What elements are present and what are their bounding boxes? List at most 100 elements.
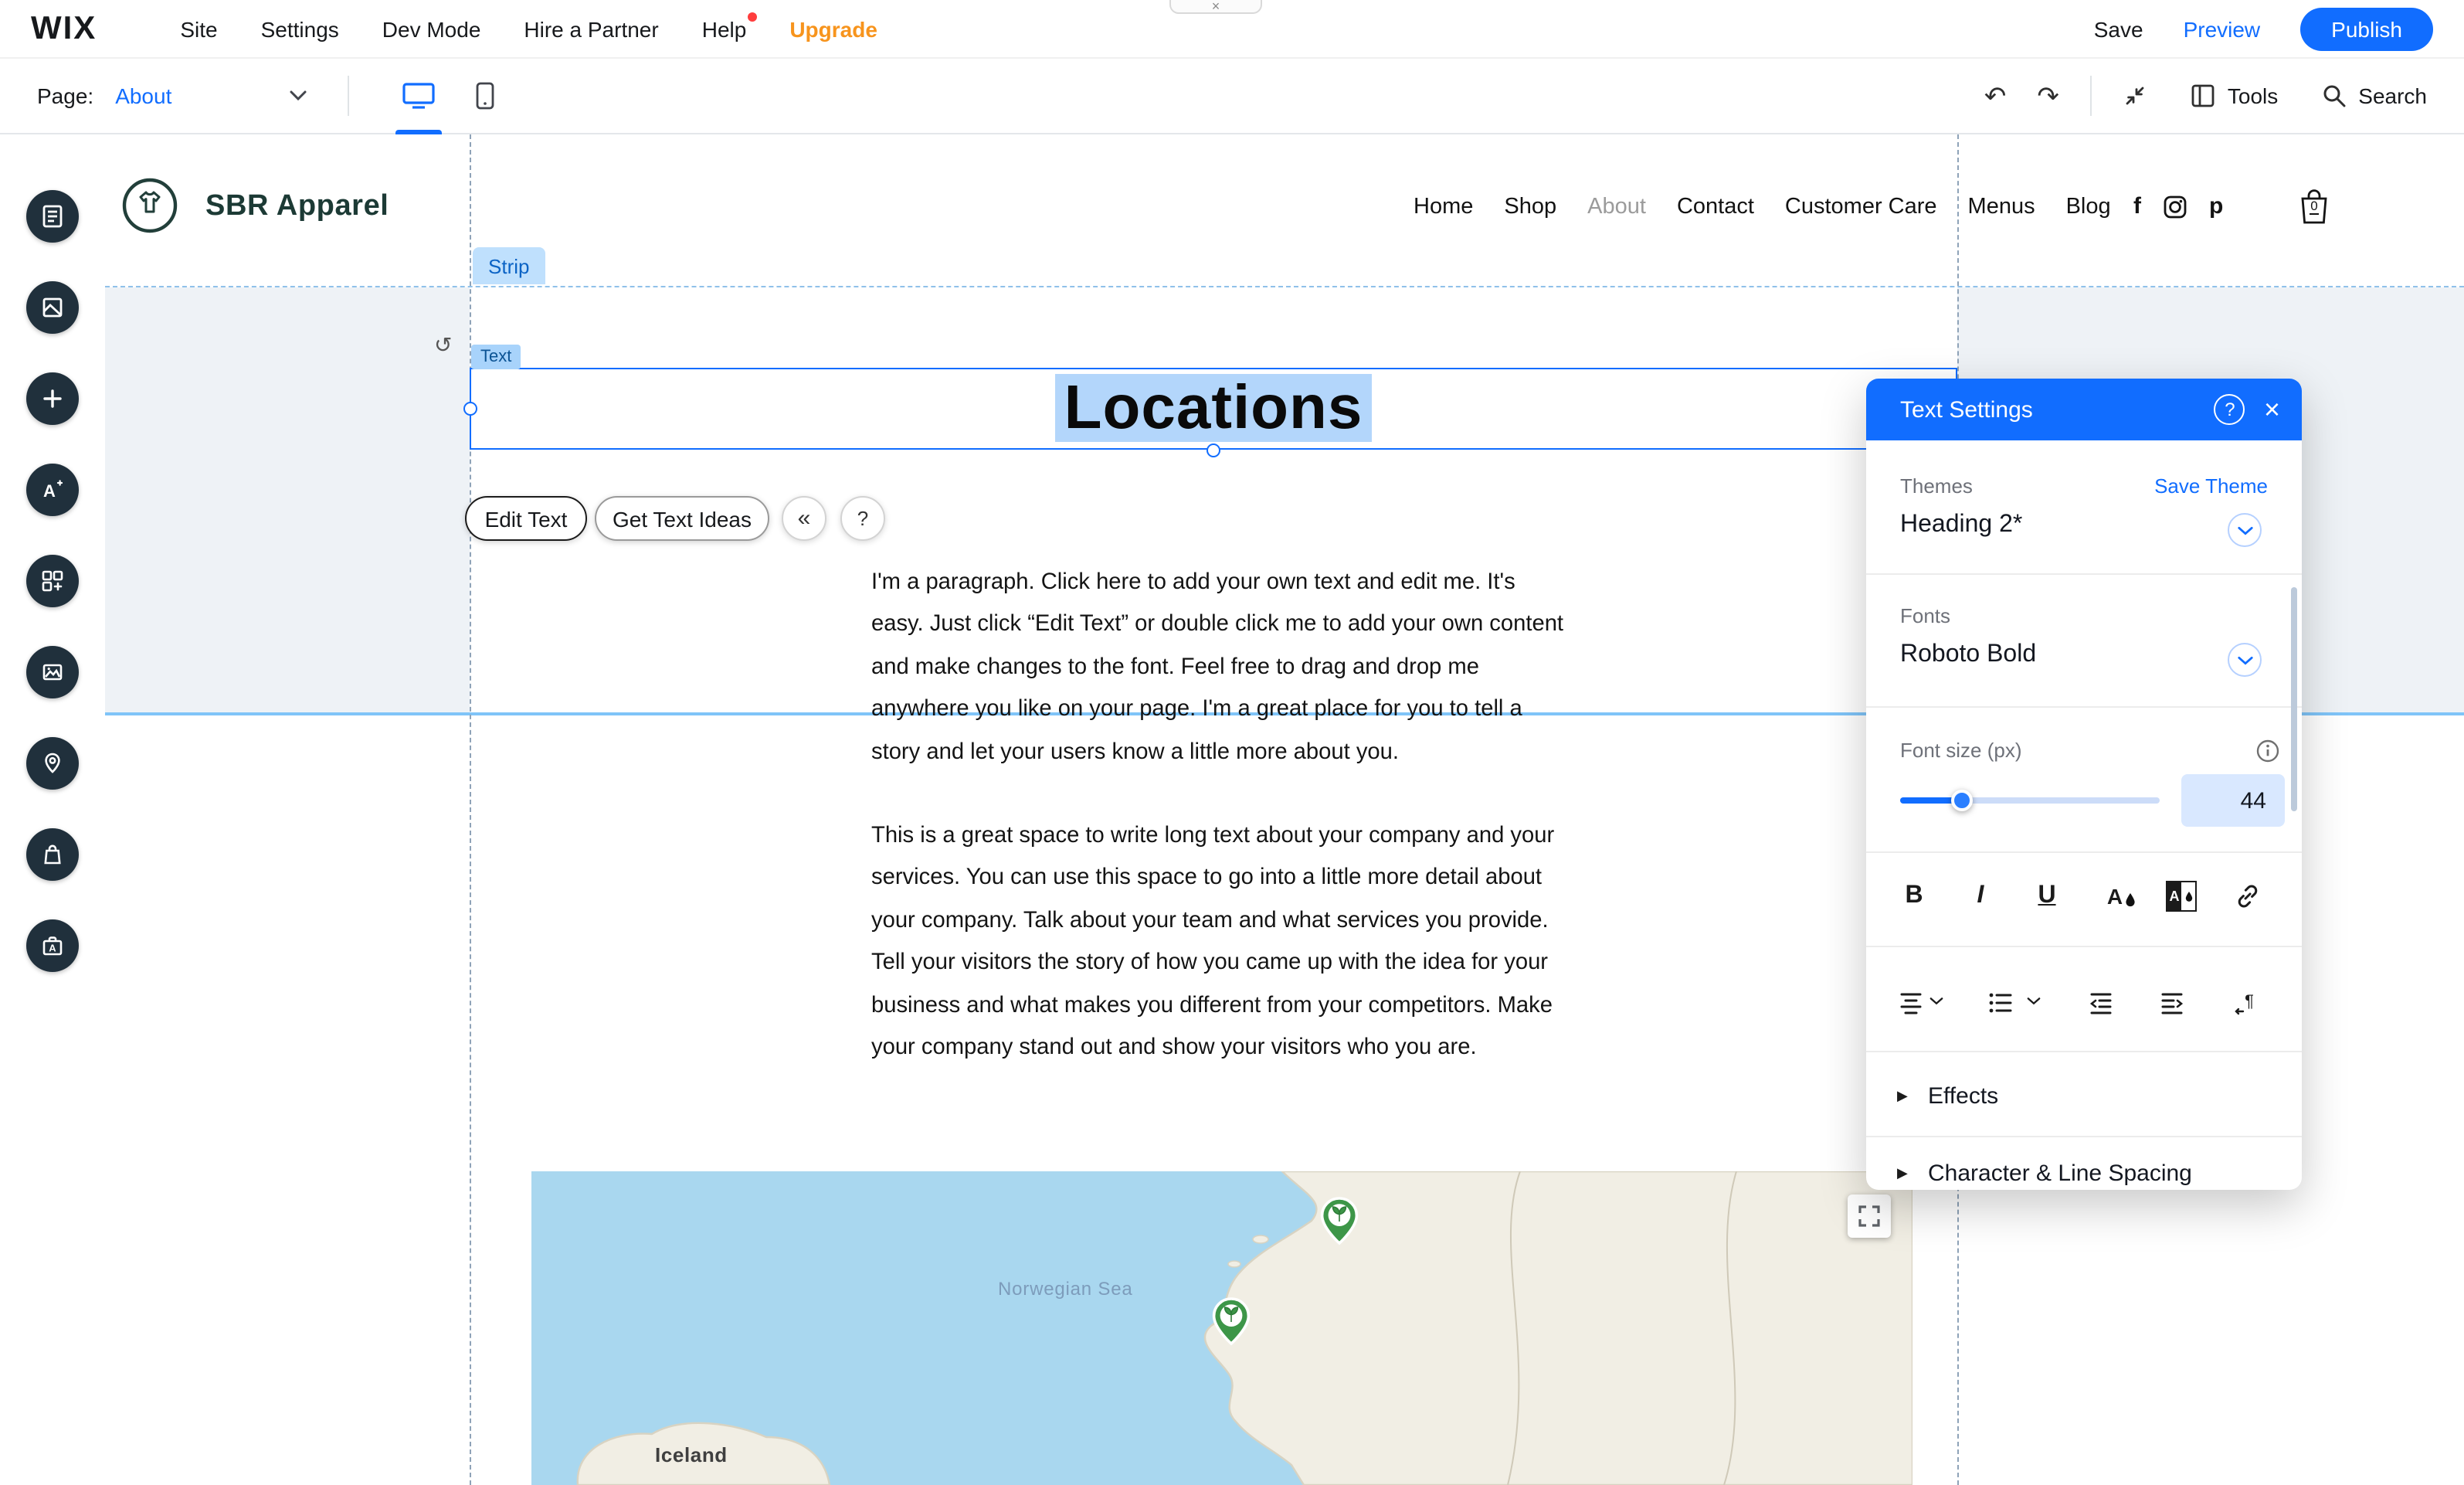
info-icon[interactable]	[2255, 739, 2280, 763]
mobile-view-button[interactable]	[463, 58, 507, 134]
font-dropdown-value[interactable]: Roboto Bold	[1900, 641, 2036, 669]
site-logo-icon[interactable]	[119, 175, 181, 236]
menu-dev-mode[interactable]: Dev Mode	[382, 16, 481, 41]
panel-header[interactable]: Text Settings ? ×	[1866, 379, 2302, 440]
page-selector[interactable]: About	[115, 83, 171, 108]
resize-handle-left[interactable]	[463, 402, 477, 416]
menu-site[interactable]: Site	[180, 16, 217, 41]
text-label-chip[interactable]: Text	[471, 345, 521, 369]
font-size-input[interactable]: 44	[2181, 774, 2285, 827]
pinterest-icon[interactable]: p	[2209, 193, 2223, 219]
help-bubble-button[interactable]: ?	[840, 496, 885, 541]
tools-icon	[2191, 83, 2215, 108]
map-pin-icon	[1211, 1296, 1251, 1346]
strip-label-chip[interactable]: Strip	[473, 247, 545, 284]
indent-button[interactable]	[2158, 989, 2186, 1017]
get-text-ideas-button[interactable]: Get Text Ideas	[595, 496, 769, 541]
bold-button[interactable]: B	[1888, 876, 1940, 916]
nav-home[interactable]: Home	[1414, 195, 1473, 219]
nav-about[interactable]: About	[1587, 195, 1646, 219]
tools-button[interactable]: Tools	[2191, 83, 2278, 108]
nav-customer-care[interactable]: Customer Care	[1785, 195, 1937, 219]
wix-logo[interactable]: WIX	[31, 10, 97, 47]
location-pin-icon	[40, 751, 65, 776]
font-size-label: Font size (px)	[1900, 739, 2022, 762]
collapse-toolbar-button[interactable]: «	[782, 496, 826, 541]
spacing-expand-icon[interactable]: ▶	[1897, 1165, 1908, 1182]
desktop-view-button[interactable]	[389, 58, 448, 134]
preview-button[interactable]: Preview	[2184, 16, 2261, 41]
site-brand[interactable]: SBR Apparel	[205, 190, 389, 224]
search-button[interactable]: Search	[2321, 83, 2427, 108]
menu-upgrade[interactable]: Upgrade	[789, 16, 877, 41]
text-color-button[interactable]: A	[2089, 876, 2141, 916]
chevron-down-icon[interactable]	[289, 90, 307, 102]
publish-button[interactable]: Publish	[2300, 7, 2433, 50]
list-dropdown-button[interactable]	[2027, 997, 2041, 1006]
site-design-button[interactable]: A	[26, 464, 79, 516]
store-button[interactable]	[26, 828, 79, 881]
nav-blog[interactable]: Blog	[2066, 195, 2111, 219]
background-icon	[40, 295, 65, 320]
locations-heading[interactable]: Locations	[1055, 374, 1373, 443]
pages-button[interactable]	[26, 190, 79, 243]
add-elements-button[interactable]	[26, 372, 79, 425]
menu-help[interactable]: Help	[702, 16, 747, 41]
edit-text-button[interactable]: Edit Text	[465, 496, 587, 541]
redo-icon[interactable]: ↷	[2037, 83, 2059, 109]
contact-location-button[interactable]	[26, 737, 79, 790]
background-button[interactable]	[26, 281, 79, 334]
font-dropdown-button[interactable]	[2228, 643, 2262, 677]
svg-text:A: A	[49, 943, 56, 954]
undo-icon[interactable]: ↶	[1984, 83, 2007, 109]
effects-row[interactable]: Effects	[1928, 1083, 1998, 1110]
panel-close-button[interactable]: ×	[2264, 396, 2280, 423]
panel-scrollbar[interactable]	[2291, 587, 2297, 811]
close-icon[interactable]: ×	[1212, 0, 1220, 13]
map-marker[interactable]	[1319, 1196, 1359, 1245]
text-direction-button[interactable]: ¶	[2231, 989, 2259, 1017]
portfolio-button[interactable]: A	[26, 919, 79, 972]
theme-dropdown-value[interactable]: Heading 2*	[1900, 511, 2022, 539]
selected-text-element[interactable]: Locations	[470, 368, 1957, 450]
paragraph-2[interactable]: This is a great space to write long text…	[871, 816, 1570, 1070]
nav-shop[interactable]: Shop	[1504, 195, 1556, 219]
align-dropdown-button[interactable]	[1929, 997, 1943, 1006]
nav-contact[interactable]: Contact	[1677, 195, 1754, 219]
font-size-slider-track[interactable]	[1900, 797, 2160, 804]
fit-view-icon[interactable]	[2123, 83, 2147, 108]
collapsed-banner-tab[interactable]: ×	[1169, 0, 1262, 14]
locations-map[interactable]: Norwegian Sea Iceland	[531, 1171, 1912, 1485]
menu-hire-partner[interactable]: Hire a Partner	[524, 16, 658, 41]
highlight-color-button[interactable]: A	[2155, 876, 2208, 916]
underline-button[interactable]: U	[2021, 876, 2073, 916]
outdent-button[interactable]	[2087, 989, 2115, 1017]
nav-menus[interactable]: Menus	[1968, 195, 2035, 219]
effects-expand-icon[interactable]: ▶	[1897, 1088, 1908, 1105]
panel-divider	[1866, 1136, 2302, 1137]
chevron-down-icon	[2027, 997, 2041, 1006]
rotate-handle-icon[interactable]: ↺	[434, 332, 452, 359]
facebook-icon[interactable]: f	[2133, 193, 2141, 219]
map-fullscreen-button[interactable]	[1848, 1194, 1891, 1238]
theme-dropdown-button[interactable]	[2228, 513, 2262, 547]
media-button[interactable]	[26, 646, 79, 698]
map-marker[interactable]	[1211, 1296, 1251, 1346]
menu-settings[interactable]: Settings	[261, 16, 339, 41]
link-button[interactable]	[2221, 876, 2274, 916]
save-theme-link[interactable]: Save Theme	[2154, 474, 2268, 498]
panel-divider	[1866, 573, 2302, 575]
resize-handle-bottom[interactable]	[1207, 443, 1220, 457]
cart-icon[interactable]: 0	[2296, 187, 2333, 227]
font-size-slider-thumb[interactable]	[1951, 790, 1973, 811]
character-line-spacing-row[interactable]: Character & Line Spacing	[1928, 1160, 2192, 1187]
align-center-button[interactable]	[1897, 989, 1925, 1017]
instagram-icon[interactable]	[2163, 194, 2187, 219]
list-button[interactable]	[1987, 989, 2014, 1017]
save-button[interactable]: Save	[2094, 16, 2143, 41]
italic-button[interactable]: I	[1954, 876, 2007, 916]
question-icon: ?	[857, 507, 868, 530]
app-market-button[interactable]	[26, 555, 79, 607]
panel-help-button[interactable]: ?	[2215, 394, 2245, 425]
paragraph-1[interactable]: I'm a paragraph. Click here to add your …	[871, 562, 1570, 774]
